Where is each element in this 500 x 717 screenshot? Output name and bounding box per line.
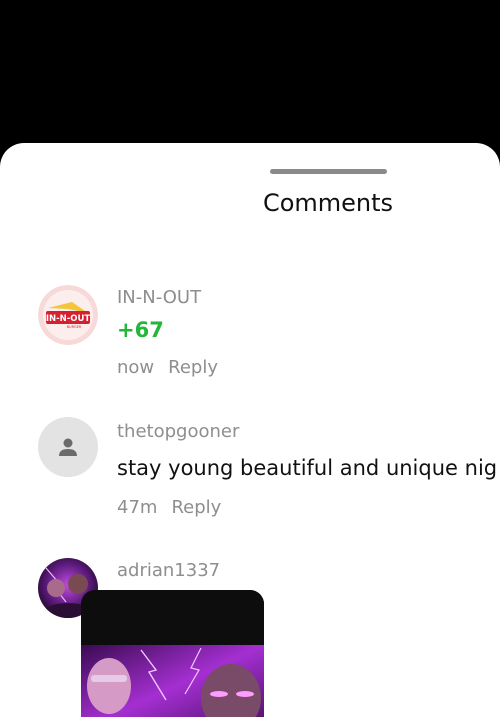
drag-handle[interactable] (270, 169, 387, 174)
logo-subtext: BURGER (67, 325, 82, 329)
image-content (81, 590, 264, 717)
comment-text: +67 (117, 318, 164, 342)
comments-sheet: Comments IN-N-OUT BURGER IN-N-OUT +67 no… (0, 143, 500, 717)
comment-meta: 47m Reply (117, 497, 221, 518)
comment-username[interactable]: thetopgooner (117, 421, 239, 442)
person-icon (59, 438, 77, 456)
comment-username[interactable]: IN-N-OUT (117, 287, 201, 308)
comment-time: 47m (117, 497, 158, 518)
reply-button[interactable]: Reply (168, 357, 218, 378)
comment-meta: now Reply (117, 357, 218, 378)
comment-username[interactable]: adrian1337 (117, 560, 220, 581)
dimmed-background[interactable] (0, 0, 500, 143)
reply-button[interactable]: Reply (171, 497, 221, 518)
in-n-out-logo: IN-N-OUT BURGER (38, 285, 98, 345)
avatar[interactable] (38, 417, 98, 477)
comment-text: stay young beautiful and unique nig (117, 456, 498, 480)
comment-time: now (117, 357, 155, 378)
avatar[interactable]: IN-N-OUT BURGER (38, 285, 98, 345)
logo-text: IN-N-OUT (46, 314, 91, 324)
comment-image[interactable] (81, 590, 264, 717)
sheet-title: Comments (262, 189, 394, 217)
